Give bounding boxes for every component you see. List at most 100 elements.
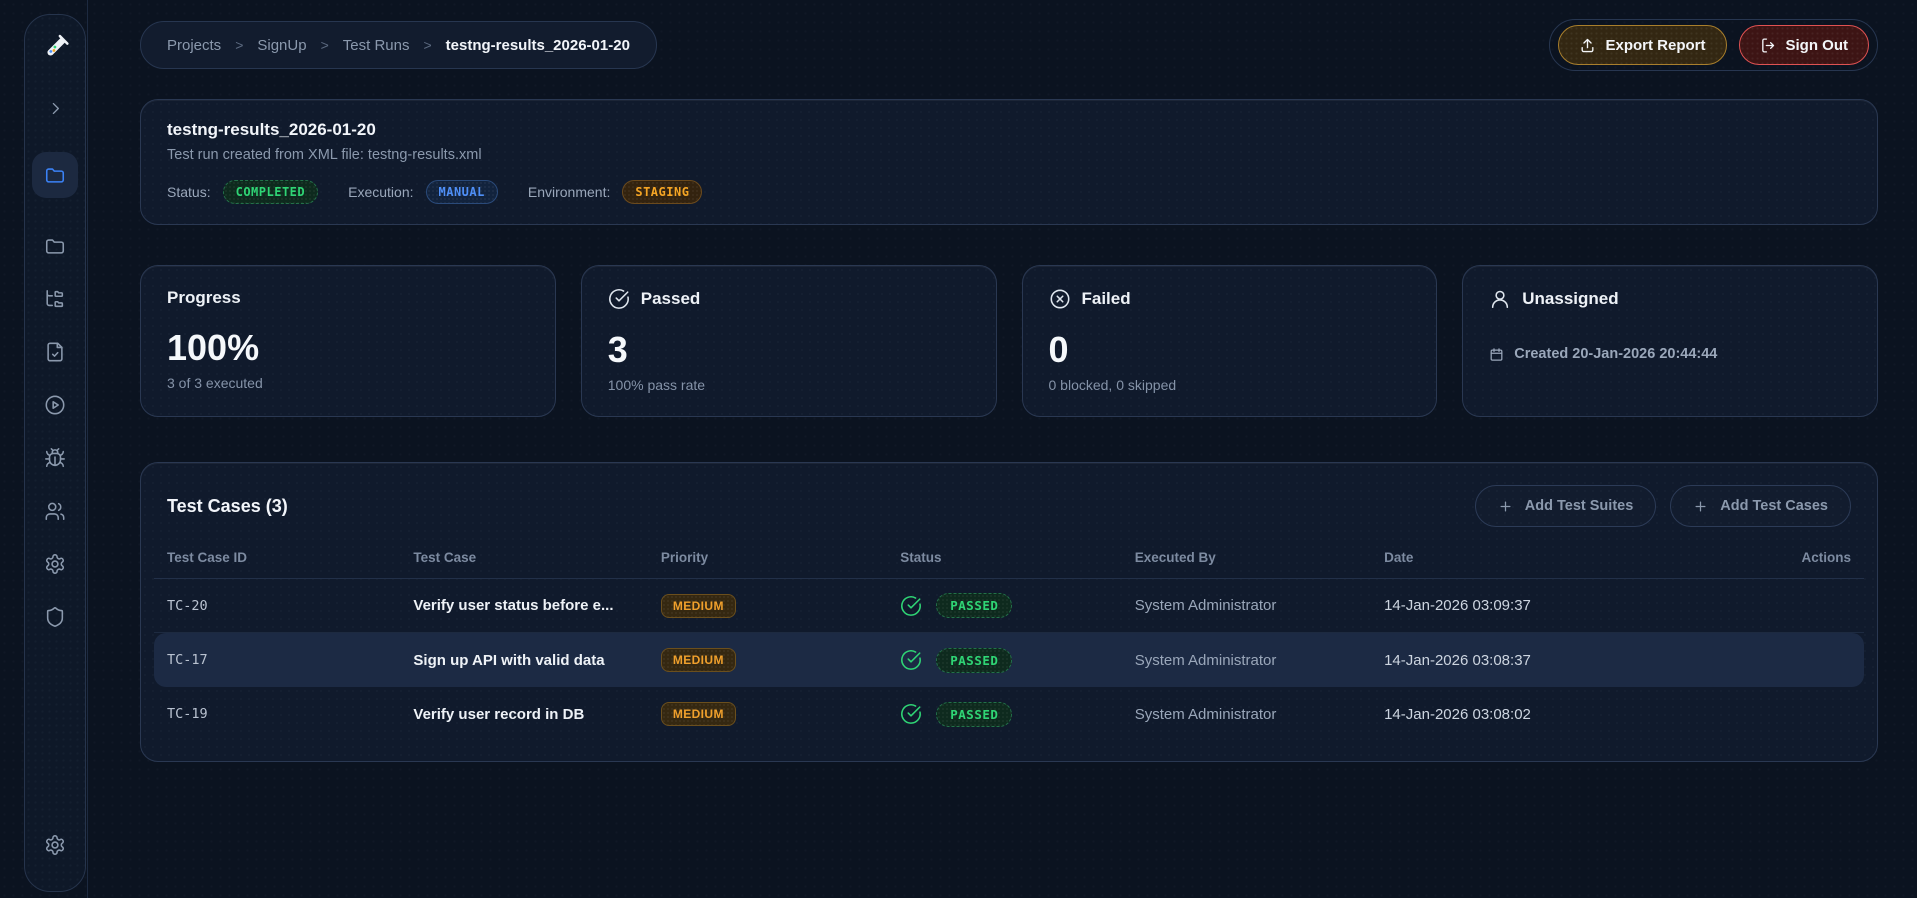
unassigned-card: Unassigned Created 20-Jan-2026 20:44:44	[1462, 265, 1878, 417]
export-report-button[interactable]: Export Report	[1558, 25, 1727, 65]
test-cases-card: Test Cases (3) Add Test Suites Add Test …	[140, 462, 1878, 762]
sidebar-panel	[24, 14, 86, 892]
test-case-name[interactable]: Sign up API with valid data	[413, 652, 660, 669]
test-case-name[interactable]: Verify user status before e...	[413, 597, 660, 614]
sidebar-item-test-cases[interactable]	[32, 329, 78, 375]
failed-title: Failed	[1081, 289, 1131, 308]
test-case-id: TC-17	[167, 652, 208, 668]
column-header-actions: Actions	[1801, 550, 1851, 565]
file-check-icon	[47, 342, 63, 362]
created-row: Created 20-Jan-2026 20:44:44	[1489, 346, 1851, 362]
breadcrumb-test-runs[interactable]: Test Runs	[343, 37, 410, 54]
check-circle-icon	[901, 704, 922, 724]
calendar-icon	[1490, 347, 1503, 361]
sidebar-collapse-toggle[interactable]	[32, 85, 78, 131]
export-report-label: Export Report	[1605, 36, 1706, 54]
run-header-card: testng-results_2026-01-20 Test run creat…	[140, 99, 1878, 225]
passed-value: 3	[607, 329, 628, 370]
run-subtitle: Test run created from XML file: testng-r…	[167, 147, 482, 163]
executed-by: System Administrator	[1134, 651, 1277, 669]
sidebar-bottom-settings[interactable]	[32, 822, 78, 868]
test-cases-table: Test Case ID Test Case Priority Status E…	[154, 537, 1864, 741]
breadcrumb-separator: >	[320, 37, 329, 53]
executed-by: System Administrator	[1134, 597, 1277, 614]
chevron-right-icon	[52, 102, 59, 114]
progress-title: Progress	[167, 288, 241, 307]
folder-icon	[45, 239, 65, 254]
breadcrumb-current: testng-results_2026-01-20	[445, 36, 630, 54]
sidebar-item-settings[interactable]	[32, 541, 78, 587]
table-row[interactable]: TC-20 Verify user status before e... MED…	[154, 579, 1864, 633]
check-circle-icon	[901, 650, 922, 670]
execution-date: 14-Jan-2026 03:08:37	[1384, 651, 1531, 669]
priority-badge: MEDIUM	[660, 648, 736, 672]
status-badge: PASSED	[936, 701, 1013, 727]
folder-tree-icon	[46, 289, 64, 308]
breadcrumb-signup[interactable]: SignUp	[257, 37, 306, 54]
check-circle-icon	[901, 595, 922, 616]
plus-icon	[1500, 501, 1511, 511]
add-test-suites-label: Add Test Suites	[1524, 498, 1634, 514]
execution-date: 14-Jan-2026 03:09:37	[1384, 597, 1531, 614]
status-label: Status:	[167, 184, 211, 200]
test-case-id: TC-19	[167, 706, 208, 722]
shield-icon	[46, 606, 64, 627]
gear-icon	[45, 835, 65, 855]
execution-badge: MANUAL	[425, 180, 498, 204]
test-cases-header: Test Cases (3) Add Test Suites Add Test …	[167, 485, 1851, 527]
passed-title: Passed	[640, 289, 701, 308]
passed-subtext: 100% pass rate	[607, 377, 706, 393]
passed-card: Passed 3 100% pass rate	[580, 265, 997, 417]
sidebar-item-users[interactable]	[32, 488, 78, 534]
breadcrumb-projects[interactable]: Projects	[167, 37, 221, 54]
sidebar-item-folders[interactable]	[32, 223, 78, 269]
sidebar-item-test-runs[interactable]	[32, 382, 78, 428]
test-cases-buttons: Add Test Suites Add Test Cases	[1474, 485, 1851, 527]
breadcrumb: Projects > SignUp > Test Runs > testng-r…	[140, 21, 657, 69]
execution-date: 14-Jan-2026 03:08:02	[1384, 705, 1531, 723]
sign-out-label: Sign Out	[1785, 36, 1849, 54]
table-row[interactable]: TC-19 Verify user record in DB MEDIUM PA…	[154, 687, 1864, 741]
sidebar-item-security[interactable]	[32, 594, 78, 640]
failed-subtext: 0 blocked, 0 skipped	[1048, 377, 1177, 393]
check-circle-icon	[608, 289, 629, 309]
folder-icon	[45, 168, 65, 183]
failed-value: 0	[1048, 329, 1069, 370]
executed-by: System Administrator	[1134, 705, 1277, 723]
progress-value: 100%	[167, 327, 260, 368]
table-header-row: Test Case ID Test Case Priority Status E…	[154, 537, 1864, 579]
environment-badge: STAGING	[622, 180, 703, 204]
test-case-id: TC-20	[167, 597, 208, 614]
stats-row: Progress 100% 3 of 3 executed Passed 3 1…	[140, 265, 1878, 417]
user-icon	[1492, 290, 1509, 309]
sign-out-button[interactable]: Sign Out	[1738, 25, 1869, 65]
play-circle-icon	[45, 395, 65, 415]
main-content: Projects > SignUp > Test Runs > testng-r…	[88, 0, 1917, 762]
sidebar	[0, 0, 88, 898]
priority-badge: MEDIUM	[660, 593, 736, 618]
run-badges: Status: COMPLETED Execution: MANUAL Envi…	[167, 180, 1851, 204]
sidebar-item-projects-active[interactable]	[32, 152, 78, 198]
status-badge: COMPLETED	[222, 180, 319, 204]
test-tube-logo-icon[interactable]	[40, 33, 70, 63]
breadcrumb-separator: >	[235, 37, 244, 53]
test-cases-title: Test Cases (3)	[167, 495, 288, 516]
top-bar: Projects > SignUp > Test Runs > testng-r…	[140, 19, 1878, 71]
header-actions: Export Report Sign Out	[1549, 19, 1878, 71]
logout-icon	[1761, 37, 1774, 53]
column-header-executed-by: Executed By	[1134, 550, 1216, 565]
upload-icon	[1581, 38, 1594, 52]
test-case-name[interactable]: Verify user record in DB	[413, 706, 660, 723]
column-header-test-case-id: Test Case ID	[167, 550, 248, 565]
add-test-suites-button[interactable]: Add Test Suites	[1474, 485, 1657, 527]
column-header-status: Status	[900, 550, 942, 565]
add-test-cases-button[interactable]: Add Test Cases	[1670, 485, 1851, 527]
table-row[interactable]: TC-17 Sign up API with valid data MEDIUM…	[154, 633, 1864, 687]
sidebar-item-defects[interactable]	[32, 435, 78, 481]
x-circle-icon	[1050, 289, 1069, 309]
plus-icon	[1695, 501, 1706, 511]
execution-label: Execution:	[348, 184, 414, 200]
run-title: testng-results_2026-01-20	[167, 120, 376, 139]
unassigned-title: Unassigned	[1522, 289, 1619, 308]
sidebar-item-suites[interactable]	[32, 276, 78, 322]
